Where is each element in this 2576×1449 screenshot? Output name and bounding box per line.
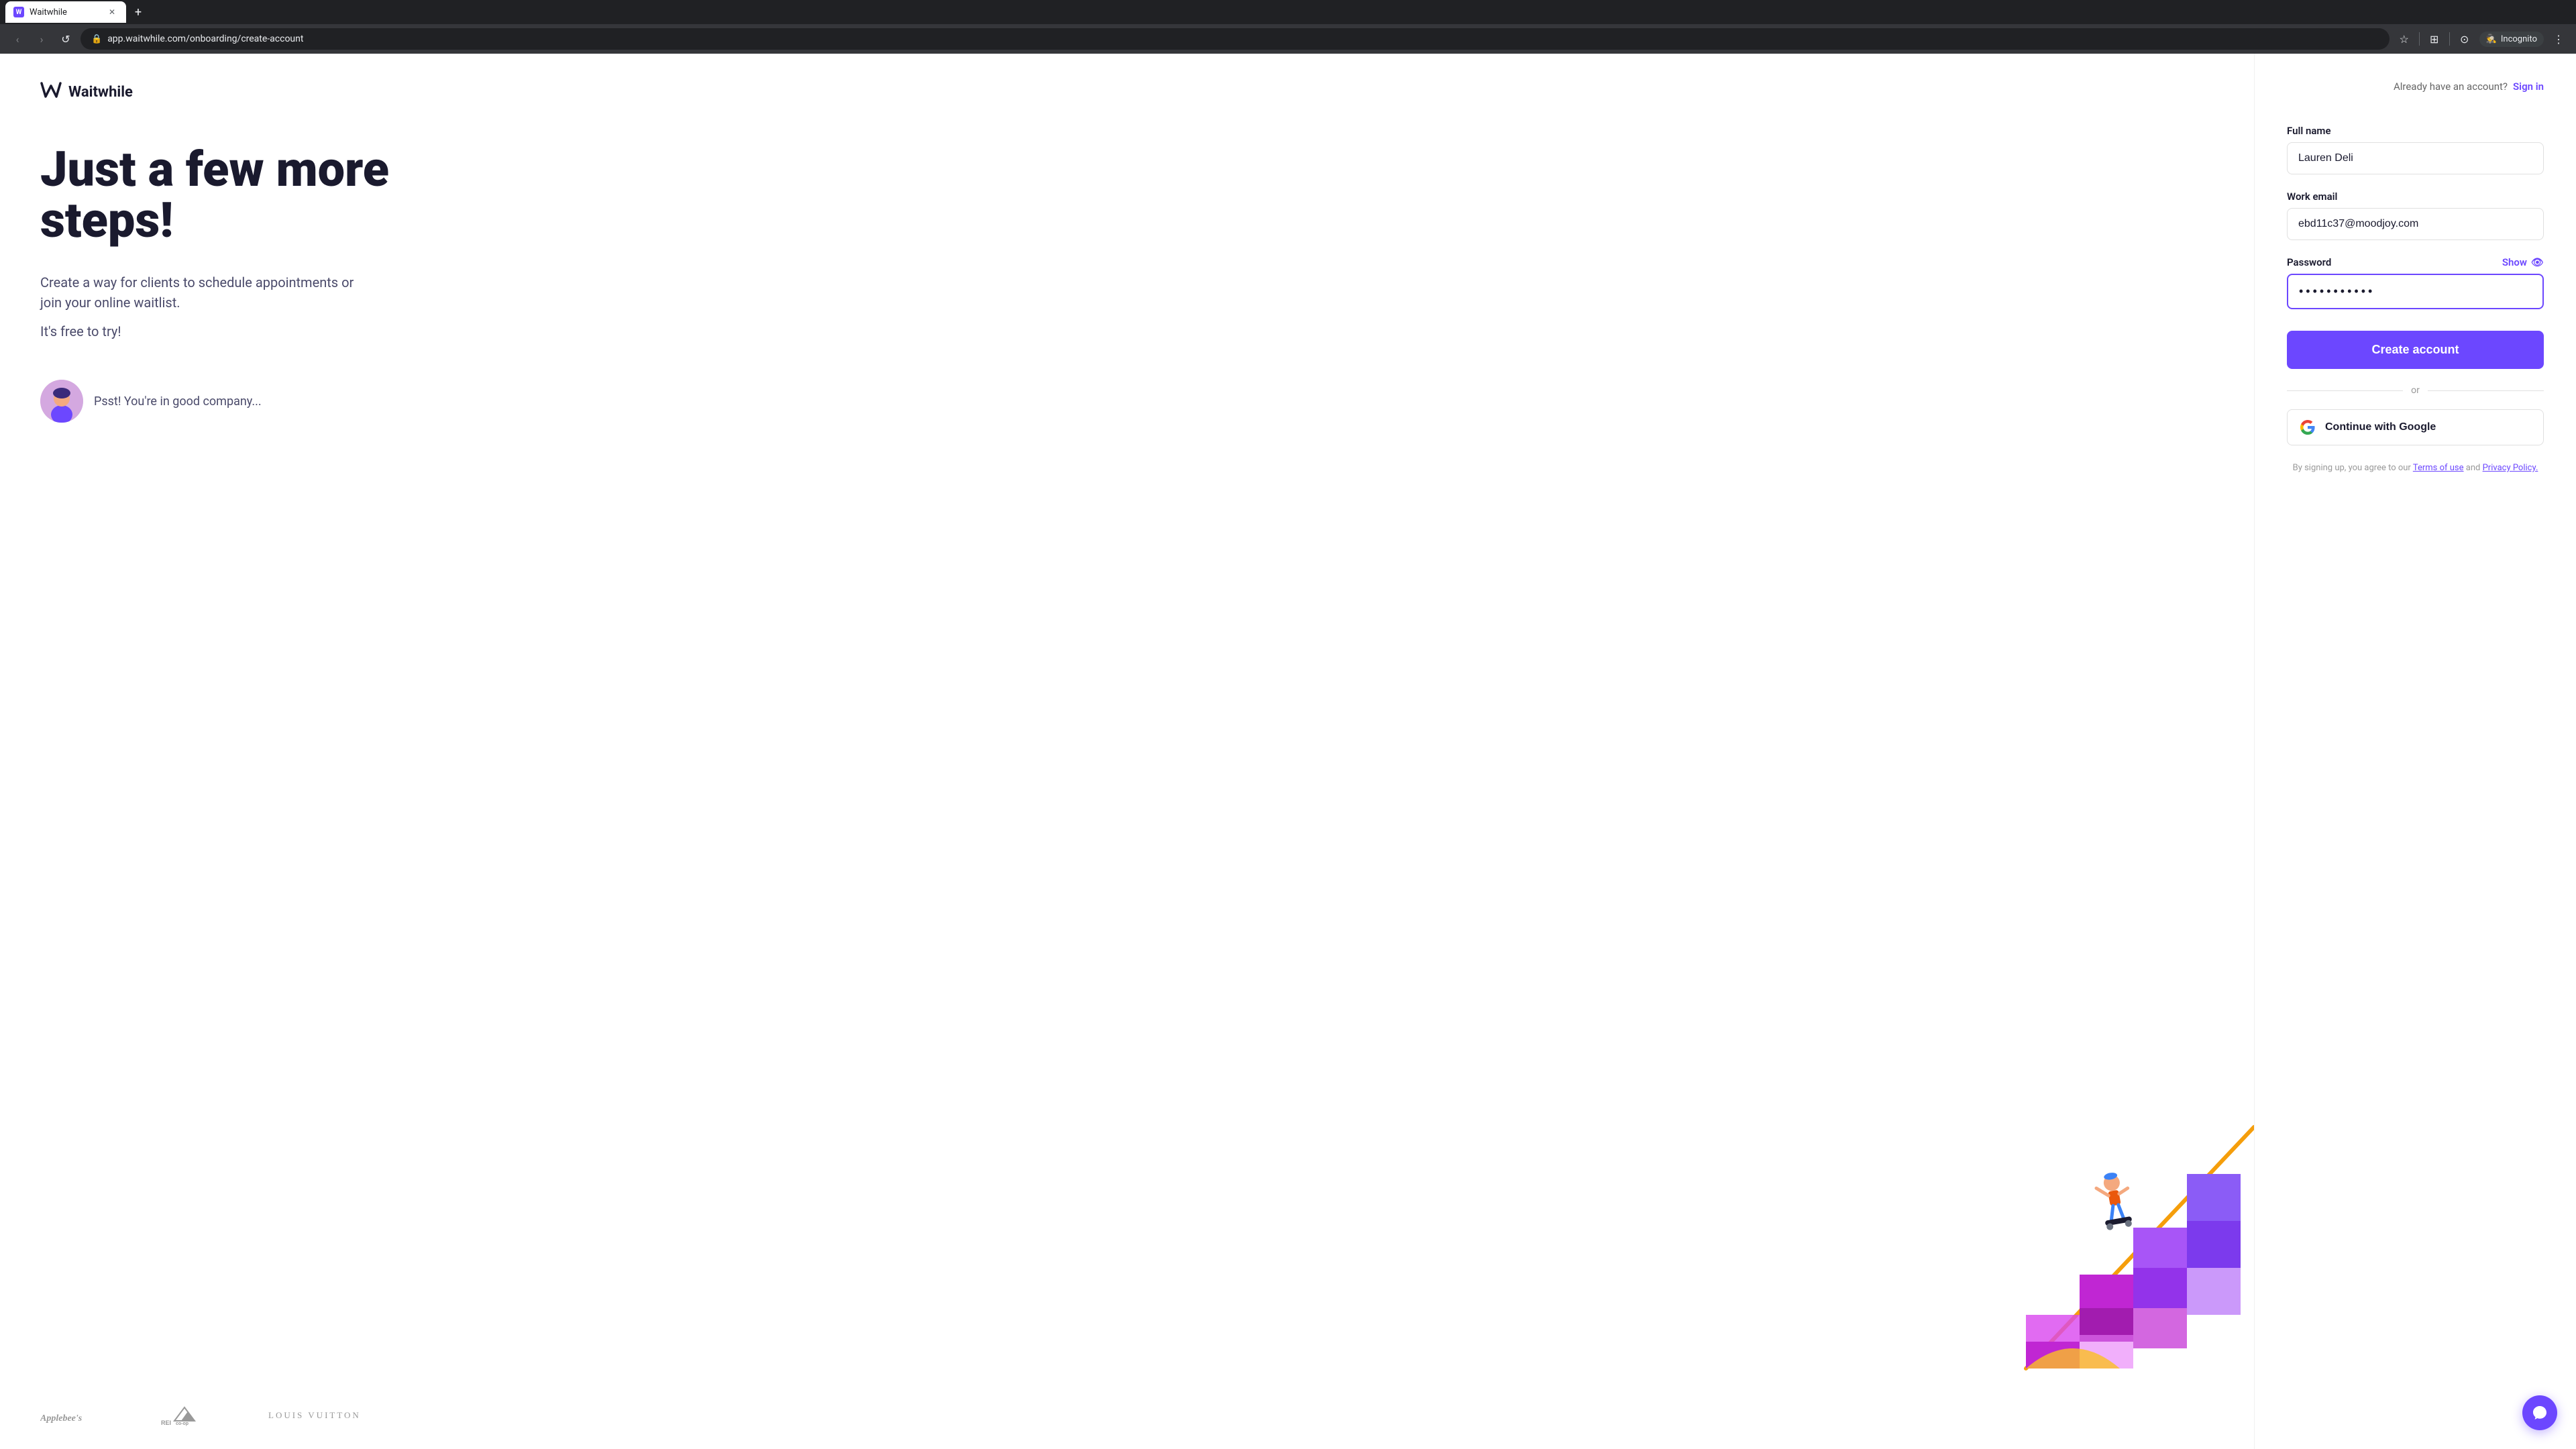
testimonial-avatar xyxy=(40,380,83,423)
tab-favicon: W xyxy=(13,7,24,17)
address-bar[interactable]: 🔒 app.waitwhile.com/onboarding/create-ac… xyxy=(80,28,2390,50)
google-icon xyxy=(2300,419,2316,435)
logo-icon xyxy=(40,80,62,104)
full-name-group: Full name xyxy=(2287,125,2544,174)
testimonial-text: Psst! You're in good company... xyxy=(94,394,262,409)
tab-close-button[interactable]: ✕ xyxy=(106,6,118,18)
sign-in-link[interactable]: Sign in xyxy=(2513,80,2544,93)
menu-icon[interactable]: ⋮ xyxy=(2549,30,2568,48)
or-divider: or xyxy=(2287,385,2544,396)
browser-toolbar: ‹ › ↺ 🔒 app.waitwhile.com/onboarding/cre… xyxy=(0,24,2576,54)
chat-bubble-icon xyxy=(2532,1405,2548,1421)
browser-tabs: W Waitwhile ✕ + xyxy=(0,0,2576,24)
password-label: Password xyxy=(2287,256,2331,268)
or-text: or xyxy=(2411,385,2420,396)
logo-text: Waitwhile xyxy=(68,84,133,101)
full-name-input[interactable] xyxy=(2287,142,2544,174)
already-account-text: Already have an account? xyxy=(2394,80,2508,93)
profile-icon[interactable]: ⊙ xyxy=(2455,30,2474,48)
divider xyxy=(2419,32,2420,46)
show-password-button[interactable]: Show 👁 xyxy=(2502,256,2544,268)
google-button[interactable]: Continue with Google xyxy=(2287,409,2544,445)
show-password-label: Show xyxy=(2502,256,2527,268)
brand-logos: Applebee's REI co-op LOUIS VUITTON xyxy=(40,1402,361,1429)
work-email-input[interactable] xyxy=(2287,208,2544,240)
create-account-button[interactable]: Create account xyxy=(2287,331,2544,369)
bookmark-icon[interactable]: ☆ xyxy=(2395,30,2414,48)
terms-link[interactable]: Terms of use xyxy=(2413,463,2464,473)
or-line-right xyxy=(2428,390,2544,391)
or-line-left xyxy=(2287,390,2403,391)
applebees-logo: Applebee's xyxy=(40,1402,107,1429)
full-name-label: Full name xyxy=(2287,125,2544,137)
svg-text:REI: REI xyxy=(161,1419,171,1426)
eye-icon: 👁 xyxy=(2531,256,2544,268)
forward-button[interactable]: › xyxy=(32,30,51,48)
password-header: Password Show 👁 xyxy=(2287,256,2544,268)
sign-in-row: Already have an account? Sign in xyxy=(2287,80,2544,93)
right-panel: Already have an account? Sign in Full na… xyxy=(2254,54,2576,1449)
hero-title: Just a few more steps! xyxy=(40,144,389,246)
back-button[interactable]: ‹ xyxy=(8,30,27,48)
staircase-illustration xyxy=(1986,1114,2254,1382)
tab-title: Waitwhile xyxy=(30,7,67,17)
svg-text:co-op: co-op xyxy=(176,1421,189,1426)
new-tab-button[interactable]: + xyxy=(129,3,148,21)
left-panel: Waitwhile Just a few more steps! Create … xyxy=(0,54,2254,1449)
testimonial: Psst! You're in good company... xyxy=(40,380,2214,423)
louis-vuitton-logo: LOUIS VUITTON xyxy=(268,1410,361,1421)
password-input-wrapper xyxy=(2287,274,2544,309)
rei-logo: REI co-op xyxy=(161,1402,215,1429)
toolbar-actions: ☆ ⊞ ⊙ 🕵 Incognito ⋮ xyxy=(2395,30,2568,48)
browser-chrome: W Waitwhile ✕ + ‹ › ↺ 🔒 app.waitwhile.co… xyxy=(0,0,2576,54)
extensions-icon[interactable]: ⊞ xyxy=(2425,30,2444,48)
work-email-label: Work email xyxy=(2287,191,2544,203)
incognito-badge: 🕵 Incognito xyxy=(2479,32,2544,47)
hero-subtitle: Create a way for clients to schedule app… xyxy=(40,272,362,313)
svg-text:Applebee's: Applebee's xyxy=(40,1413,83,1424)
privacy-link[interactable]: Privacy Policy. xyxy=(2483,463,2538,473)
reload-button[interactable]: ↺ xyxy=(56,30,75,48)
chat-bubble-button[interactable] xyxy=(2522,1395,2557,1430)
address-text: app.waitwhile.com/onboarding/create-acco… xyxy=(107,34,303,44)
divider-2 xyxy=(2449,32,2450,46)
password-group: Password Show 👁 xyxy=(2287,256,2544,309)
page-container: Waitwhile Just a few more steps! Create … xyxy=(0,54,2576,1449)
active-tab[interactable]: W Waitwhile ✕ xyxy=(5,1,126,23)
hero-free-text: It's free to try! xyxy=(40,323,2214,339)
google-button-label: Continue with Google xyxy=(2325,421,2436,433)
terms-text: By signing up, you agree to our Terms of… xyxy=(2287,462,2544,476)
work-email-group: Work email xyxy=(2287,191,2544,240)
password-input[interactable] xyxy=(2287,274,2544,309)
logo: Waitwhile xyxy=(40,80,2214,104)
